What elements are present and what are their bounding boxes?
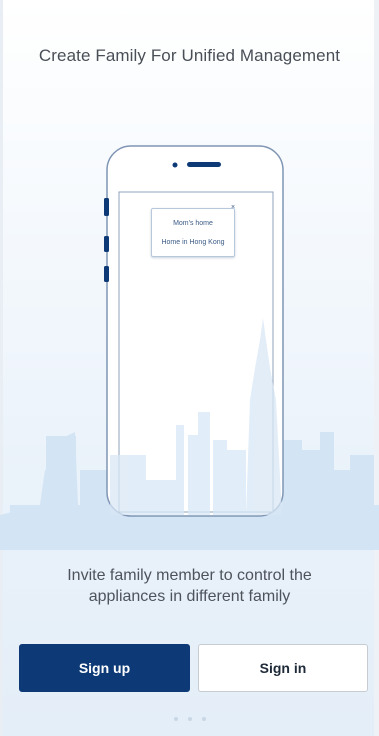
page-dot[interactable] <box>173 717 178 721</box>
page-dot[interactable] <box>187 717 192 721</box>
family-option[interactable]: Home in Hong Kong <box>152 239 234 246</box>
page-indicator <box>0 717 379 721</box>
family-select-popup[interactable]: × Mom's home Home in Hong Kong <box>151 204 237 257</box>
onboarding-screen: Create Family For Unified Management × M… <box>0 0 379 736</box>
page-title: Create Family For Unified Management <box>38 46 341 65</box>
description: Invite family member to control the appl… <box>30 565 349 607</box>
city-phone-illustration <box>0 145 379 550</box>
sign-up-button[interactable]: Sign up <box>19 644 190 692</box>
page-dot[interactable] <box>201 717 206 721</box>
family-option[interactable]: Mom's home <box>152 220 234 227</box>
close-icon[interactable]: × <box>231 204 237 211</box>
description-line: Invite family member to control the <box>67 567 312 584</box>
sign-in-button[interactable]: Sign in <box>198 644 368 692</box>
description-line: appliances in different family <box>88 588 291 605</box>
